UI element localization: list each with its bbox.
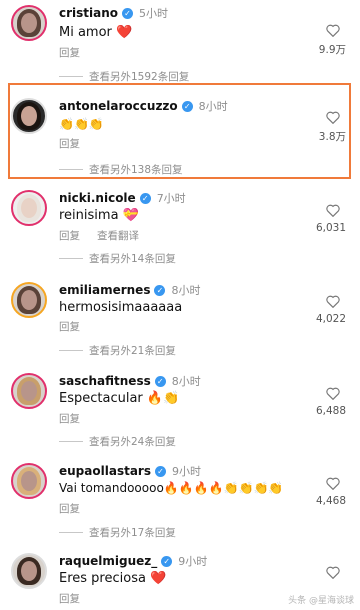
reply-button[interactable]: 回复 [59,501,80,516]
view-more-replies[interactable]: 查看另外14条回复 [59,251,176,266]
comment-header: nicki.nicole ✓ 7小时 [59,190,186,206]
verified-badge-icon: ✓ [122,7,134,19]
reply-button[interactable]: 回复 [59,591,80,606]
timestamp: 8小时 [171,375,201,388]
timestamp: 9小时 [171,465,201,478]
watermark: 头条 @星海谈球 [288,596,354,606]
like-count: 4,468 [315,495,346,507]
timestamp: 8小时 [171,284,201,297]
view-more-replies-label: 查看另外21条回复 [89,345,176,357]
avatar[interactable] [11,98,47,134]
view-more-replies-label: 查看另外138条回复 [89,164,183,176]
heart-outline-icon[interactable] [326,387,340,400]
avatar[interactable] [11,553,47,589]
timestamp: 8小时 [198,100,228,113]
comment-text: 👏👏👏 [59,117,104,131]
timestamp: 7小时 [156,192,186,205]
view-more-replies-label: 查看另外1592条回复 [89,71,190,83]
comment-text: Eres preciosa ❤️ [59,571,167,586]
comment-text: hermosisimaaaaaa [59,300,183,315]
reply-button[interactable]: 回复 [59,136,80,151]
avatar[interactable] [11,463,47,499]
timestamp: 5小时 [139,7,169,20]
reply-button[interactable]: 回复 [59,45,80,60]
view-more-replies-label: 查看另外14条回复 [89,253,176,265]
username[interactable]: antonelaroccuzzo [59,99,178,113]
like-count: 3.8万 [318,131,346,143]
comment-text: Vai tomandooooo🔥🔥🔥🔥👏👏👏👏 [59,481,284,495]
heart-outline-icon[interactable] [326,566,340,579]
heart-outline-icon[interactable] [326,204,340,217]
view-more-replies-label: 查看另外24条回复 [89,436,176,448]
verified-badge-icon: ✓ [154,465,166,477]
comment-text: reinisima 💝 [59,208,139,223]
verified-badge-icon: ✓ [181,100,193,112]
avatar[interactable] [11,190,47,226]
heart-outline-icon[interactable] [326,111,340,124]
verified-badge-icon: ✓ [139,192,151,204]
view-more-replies[interactable]: 查看另外138条回复 [59,162,183,177]
comment-header: emiliamernes ✓ 8小时 [59,282,200,298]
comment-header: raquelmiguez_ ✓ 9小时 [59,553,207,569]
comment-header: antonelaroccuzzo ✓ 8小时 [59,98,228,114]
like-count: 9.9万 [318,44,346,56]
reply-button[interactable]: 回复 [59,319,80,334]
reply-button[interactable]: 回复 [59,228,80,243]
like-count: 6,031 [315,222,346,234]
timestamp: 9小时 [178,555,208,568]
comment-text: Espectacular 🔥👏 [59,391,180,406]
username[interactable]: emiliamernes [59,283,150,297]
view-more-replies[interactable]: 查看另外1592条回复 [59,69,189,84]
avatar[interactable] [11,282,47,318]
heart-outline-icon[interactable] [326,295,340,308]
view-more-replies[interactable]: 查看另外24条回复 [59,434,176,449]
reply-button[interactable]: 回复 [59,411,80,426]
username[interactable]: nicki.nicole [59,191,136,205]
like-count: 4,022 [315,313,346,325]
like-count: 6,488 [315,405,346,417]
avatar[interactable] [11,373,47,409]
heart-outline-icon[interactable] [326,24,340,37]
comment-header: cristiano ✓ 5小时 [59,5,168,21]
avatar[interactable] [11,5,47,41]
comment-text: Mi amor ❤️ [59,25,133,40]
comment-header: saschafitness ✓ 8小时 [59,373,201,389]
view-more-replies-label: 查看另外17条回复 [89,527,176,539]
verified-badge-icon: ✓ [154,375,166,387]
view-more-replies[interactable]: 查看另外21条回复 [59,343,176,358]
username[interactable]: raquelmiguez_ [59,554,157,568]
username[interactable]: cristiano [59,6,118,20]
verified-badge-icon: ✓ [154,284,166,296]
heart-outline-icon[interactable] [326,477,340,490]
translate-button[interactable]: 查看翻译 [97,228,139,243]
username[interactable]: saschafitness [59,374,151,388]
verified-badge-icon: ✓ [161,555,173,567]
username[interactable]: eupaollastars [59,464,151,478]
view-more-replies[interactable]: 查看另外17条回复 [59,525,176,540]
comment-header: eupaollastars ✓ 9小时 [59,463,201,479]
